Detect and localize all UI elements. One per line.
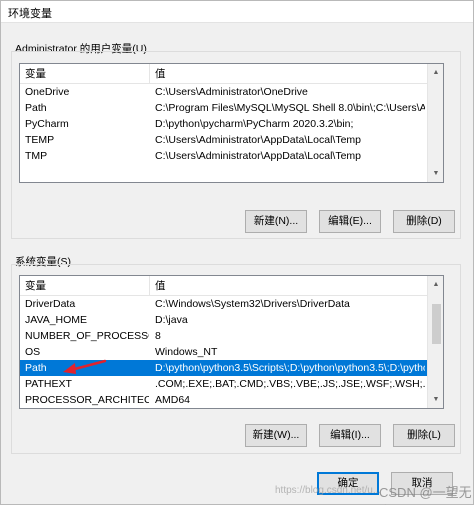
scrollbar-thumb[interactable] — [432, 304, 441, 344]
variable-value: C:\Windows\System32\Drivers\DriverData — [155, 298, 350, 310]
variable-value: AMD64 — [155, 394, 191, 406]
variable-value: C:\Program Files\MySQL\MySQL Shell 8.0\b… — [155, 102, 425, 114]
user-variable-row[interactable]: Path C:\Program Files\MySQL\MySQL Shell … — [20, 100, 428, 116]
scroll-up-arrow-icon[interactable]: ▲ — [428, 64, 443, 81]
environment-variables-dialog: 环境变量 Administrator 的用户变量(U) 变量 值 OneDriv… — [0, 0, 474, 505]
user-variable-row[interactable]: TMP C:\Users\Administrator\AppData\Local… — [20, 148, 428, 164]
variable-value: Windows_NT — [155, 346, 218, 358]
variable-name: OneDrive — [25, 86, 70, 98]
variable-value: D:\python\python3.5\Scripts\;D:\python\p… — [155, 362, 425, 374]
system-variable-row[interactable]: PROCESSOR_ARCHITECT... AMD64 — [20, 392, 428, 408]
variable-name: JAVA_HOME — [25, 314, 88, 326]
scroll-down-arrow-icon[interactable]: ▼ — [428, 165, 443, 182]
user-new-button[interactable]: 新建(N)... — [245, 210, 307, 233]
system-variable-row[interactable]: NUMBER_OF_PROCESSORS 8 — [20, 328, 428, 344]
user-variable-row[interactable]: OneDrive C:\Users\Administrator\OneDrive — [20, 84, 428, 100]
user-variable-row[interactable]: PyCharm D:\python\pycharm\PyCharm 2020.3… — [20, 116, 428, 132]
window-title: 环境变量 — [8, 8, 52, 20]
system-new-button[interactable]: 新建(W)... — [245, 424, 307, 447]
variable-name: TMP — [25, 150, 48, 162]
system-delete-button[interactable]: 删除(L) — [393, 424, 455, 447]
scroll-down-arrow-icon[interactable]: ▼ — [428, 391, 443, 408]
variable-name: Path — [25, 102, 47, 114]
user-list-header: 变量 值 — [20, 64, 428, 84]
variable-name: PyCharm — [25, 118, 69, 130]
variable-name: PROCESSOR_ARCHITECT... — [25, 394, 149, 406]
column-header-value[interactable]: 值 — [150, 64, 428, 84]
user-variables-list[interactable]: 变量 值 OneDrive C:\Users\Administrator\One… — [19, 63, 444, 183]
system-list-header: 变量 值 — [20, 276, 428, 296]
variable-value: .COM;.EXE;.BAT;.CMD;.VBS;.VBE;.JS;.JSE;.… — [155, 378, 425, 390]
watermark-url: https://blog.csdn.net/u... — [275, 485, 382, 496]
column-header-value[interactable]: 值 — [150, 276, 428, 296]
user-delete-button[interactable]: 删除(D) — [393, 210, 455, 233]
variable-name: PATHEXT — [25, 378, 72, 390]
column-header-variable[interactable]: 变量 — [20, 64, 150, 84]
system-variable-row[interactable]: JAVA_HOME D:\java — [20, 312, 428, 328]
system-variables-list[interactable]: 变量 值 DriverData C:\Windows\System32\Driv… — [19, 275, 444, 409]
variable-name: TEMP — [25, 134, 55, 146]
system-edit-button[interactable]: 编辑(I)... — [319, 424, 381, 447]
variable-value: 8 — [155, 330, 161, 342]
variable-name: NUMBER_OF_PROCESSORS — [25, 330, 149, 342]
watermark-author: CSDN @一望无空 — [379, 485, 472, 505]
variable-value: C:\Users\Administrator\AppData\Local\Tem… — [155, 134, 361, 146]
system-variable-row[interactable]: PATHEXT .COM;.EXE;.BAT;.CMD;.VBS;.VBE;.J… — [20, 376, 428, 392]
scroll-up-arrow-icon[interactable]: ▲ — [428, 276, 443, 293]
user-variable-row[interactable]: TEMP C:\Users\Administrator\AppData\Loca… — [20, 132, 428, 148]
variable-value: C:\Users\Administrator\OneDrive — [155, 86, 308, 98]
variable-value: D:\java — [155, 314, 188, 326]
variable-value: C:\Users\Administrator\AppData\Local\Tem… — [155, 150, 361, 162]
system-variable-row[interactable]: DriverData C:\Windows\System32\Drivers\D… — [20, 296, 428, 312]
user-list-scrollbar[interactable]: ▲ ▼ — [427, 64, 443, 182]
red-arrow-icon — [63, 359, 107, 374]
title-bar[interactable]: 环境变量 — [1, 1, 473, 23]
column-header-variable[interactable]: 变量 — [20, 276, 150, 296]
variable-name: DriverData — [25, 298, 76, 310]
system-list-scrollbar[interactable]: ▲ ▼ — [427, 276, 443, 408]
user-edit-button[interactable]: 编辑(E)... — [319, 210, 381, 233]
variable-value: D:\python\pycharm\PyCharm 2020.3.2\bin; — [155, 118, 354, 130]
